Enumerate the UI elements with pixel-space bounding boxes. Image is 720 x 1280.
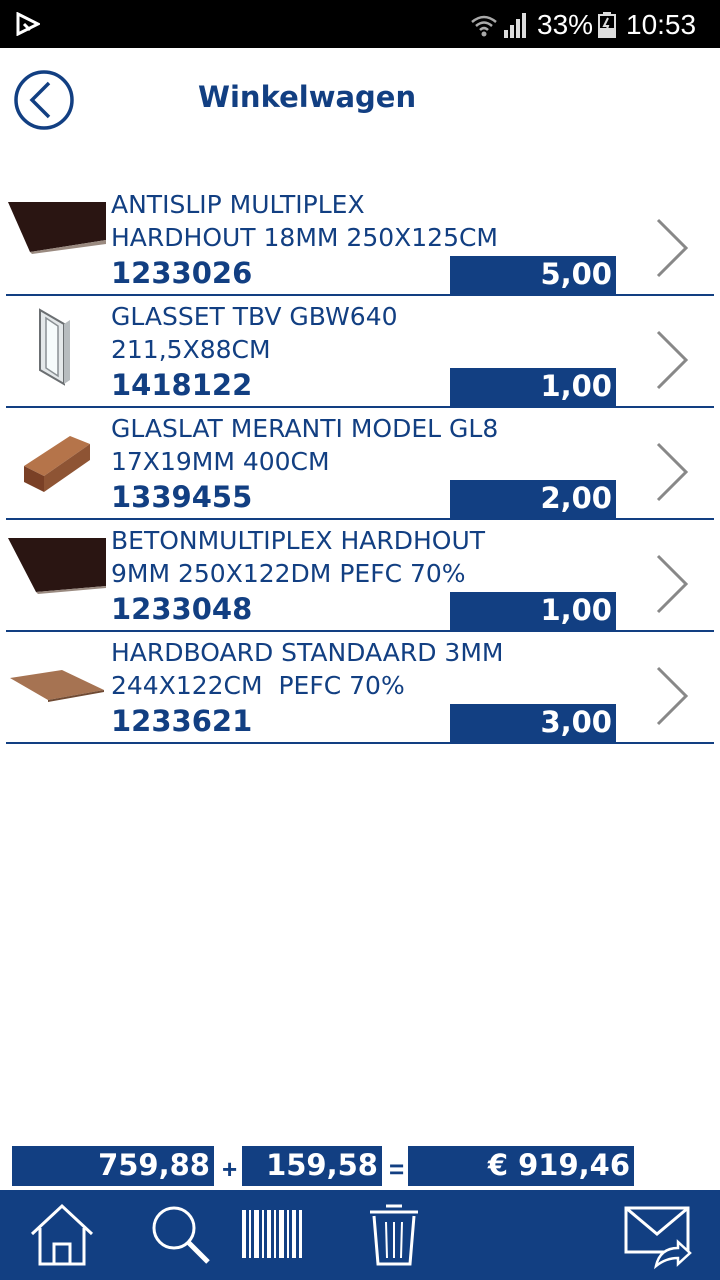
product-thumbnail <box>10 670 104 702</box>
plus-sign: + <box>222 1154 238 1184</box>
product-thumbnail <box>8 538 106 594</box>
item-code: 1233048 <box>111 592 253 626</box>
header: Winkelwagen <box>0 48 720 158</box>
cart-list: ANTISLIP MULTIPLEX HARDHOUT 18MM 250X125… <box>0 184 720 744</box>
subtotal: 759,88 <box>12 1146 214 1186</box>
notification-icon <box>16 12 40 36</box>
totals-bar: 759,88 + 159,58 = € 919,46 <box>0 1146 720 1186</box>
cart-item[interactable]: GLASLAT MERANTI MODEL GL8 17X19MM 400CM … <box>0 408 720 520</box>
item-code: 1339455 <box>111 480 253 514</box>
item-description: HARDBOARD STANDAARD 3MM 244X122CM PEFC 7… <box>111 638 504 700</box>
grand-total: € 919,46 <box>408 1146 634 1186</box>
search-button[interactable] <box>142 1196 218 1272</box>
battery-percent: 33% <box>537 9 594 40</box>
chevron-right-icon[interactable] <box>652 664 692 728</box>
item-code: 1418122 <box>111 368 253 402</box>
barcode-icon <box>242 1210 302 1258</box>
cart-item[interactable]: ANTISLIP MULTIPLEX HARDHOUT 18MM 250X125… <box>0 184 720 296</box>
cart-item[interactable]: HARDBOARD STANDAARD 3MM 244X122CM PEFC 7… <box>0 632 720 744</box>
equals-sign: = <box>389 1154 405 1184</box>
wifi-icon <box>471 15 497 37</box>
item-code: 1233026 <box>111 256 253 290</box>
item-quantity[interactable]: 5,00 <box>450 256 616 294</box>
item-description: GLASSET TBV GBW640 211,5X88CM <box>111 302 398 364</box>
item-description: BETONMULTIPLEX HARDHOUT 9MM 250X122DM PE… <box>111 526 486 588</box>
page-title: Winkelwagen <box>198 80 417 114</box>
send-email-button[interactable] <box>620 1196 696 1272</box>
item-quantity[interactable]: 1,00 <box>450 368 616 406</box>
home-icon <box>30 1203 94 1266</box>
item-quantity[interactable]: 3,00 <box>450 704 616 742</box>
back-arrow-icon[interactable] <box>12 68 76 132</box>
item-code: 1233621 <box>111 704 253 738</box>
trash-icon <box>370 1204 418 1266</box>
cart-item[interactable]: BETONMULTIPLEX HARDHOUT 9MM 250X122DM PE… <box>0 520 720 632</box>
battery-icon <box>598 12 616 38</box>
bottom-nav <box>0 1190 720 1280</box>
product-thumbnail <box>39 308 70 386</box>
item-description: GLASLAT MERANTI MODEL GL8 17X19MM 400CM <box>111 414 499 476</box>
cart-item[interactable]: GLASSET TBV GBW640 211,5X88CM 1418122 1,… <box>0 296 720 408</box>
barcode-button[interactable] <box>236 1196 312 1272</box>
search-icon <box>152 1206 210 1264</box>
chevron-right-icon[interactable] <box>652 440 692 504</box>
item-quantity[interactable]: 1,00 <box>450 592 616 630</box>
item-description: ANTISLIP MULTIPLEX HARDHOUT 18MM 250X125… <box>111 190 498 252</box>
signal-icon <box>504 13 526 38</box>
product-thumbnail <box>8 202 106 254</box>
email-send-icon <box>624 1206 692 1270</box>
home-button[interactable] <box>24 1196 100 1272</box>
item-quantity[interactable]: 2,00 <box>450 480 616 518</box>
divider <box>6 742 714 744</box>
product-thumbnail <box>24 436 90 492</box>
status-bar: 33% 10:53 <box>0 0 720 48</box>
clock: 10:53 <box>626 9 697 40</box>
vat-amount: 159,58 <box>242 1146 382 1186</box>
delete-button[interactable] <box>356 1196 432 1272</box>
chevron-right-icon[interactable] <box>652 216 692 280</box>
chevron-right-icon[interactable] <box>652 328 692 392</box>
chevron-right-icon[interactable] <box>652 552 692 616</box>
